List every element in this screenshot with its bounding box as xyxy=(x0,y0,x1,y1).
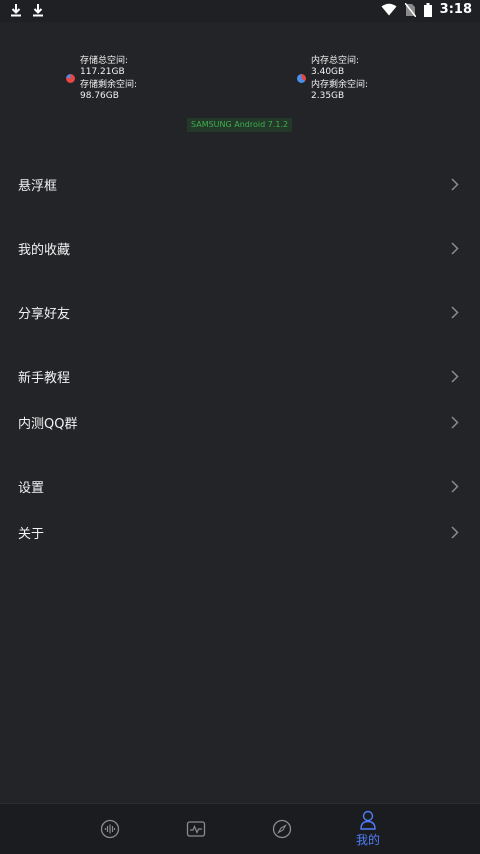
profile-icon xyxy=(360,810,376,830)
tab-monitor[interactable] xyxy=(166,804,226,854)
tab-mine[interactable]: 我的 xyxy=(338,804,398,854)
storage-pie-icon xyxy=(66,74,75,83)
chevron-right-icon xyxy=(448,177,462,191)
tab-discover[interactable] xyxy=(252,804,312,854)
download-icon xyxy=(11,4,21,17)
menu-item-label: 关于 xyxy=(18,526,45,542)
battery-icon xyxy=(423,2,432,17)
wifi-icon xyxy=(381,3,397,16)
menu-item-settings[interactable]: 设置 xyxy=(0,466,480,506)
storage-total-label: 存储总空间: xyxy=(80,56,129,66)
status-right-icons: 3:18 xyxy=(381,2,472,17)
menu-item-label: 内测QQ群 xyxy=(18,416,78,432)
memory-total-label: 内存总空间: xyxy=(311,56,360,66)
menu-item-label: 分享好友 xyxy=(18,306,71,322)
chevron-right-icon xyxy=(448,525,462,539)
audio-wave-icon xyxy=(100,819,120,839)
memory-free-value: 2.35GB xyxy=(311,91,345,101)
storage-total-value: 117.21GB xyxy=(80,67,125,77)
chevron-right-icon xyxy=(448,305,462,319)
compass-icon xyxy=(272,819,292,839)
menu-item-qq-group[interactable]: 内测QQ群 xyxy=(0,402,480,442)
status-time: 3:18 xyxy=(439,2,472,17)
storage-info: 存储总空间: 117.21GB 存储剩余空间: 98.76GB xyxy=(66,56,137,102)
tab-audio[interactable] xyxy=(80,804,140,854)
monitor-chart-icon xyxy=(186,821,206,837)
menu-item-label: 新手教程 xyxy=(18,370,71,386)
menu-item-about[interactable]: 关于 xyxy=(0,512,480,552)
memory-free-label: 内存剩余空间: xyxy=(311,80,369,90)
menu-item-share-friends[interactable]: 分享好友 xyxy=(0,292,480,332)
chevron-right-icon xyxy=(448,415,462,429)
tab-mine-label: 我的 xyxy=(355,833,380,847)
chevron-right-icon xyxy=(448,241,462,255)
memory-pie-icon xyxy=(297,74,306,83)
status-left-icons xyxy=(10,3,44,17)
menu-item-label: 悬浮框 xyxy=(18,178,58,194)
menu-item-tutorial[interactable]: 新手教程 xyxy=(0,356,480,396)
device-info-header: 存储总空间: 117.21GB 存储剩余空间: 98.76GB 内存总空间: 3… xyxy=(0,22,480,142)
status-bar: 3:18 xyxy=(0,0,480,22)
storage-free-value: 98.76GB xyxy=(80,91,119,101)
device-model-badge: SAMSUNG Android 7.1.2 xyxy=(187,118,293,132)
menu-item-floating-window[interactable]: 悬浮框 xyxy=(0,164,480,204)
menu-item-label: 设置 xyxy=(18,480,45,496)
memory-total-value: 3.40GB xyxy=(311,67,345,77)
memory-info: 内存总空间: 3.40GB 内存剩余空间: 2.35GB xyxy=(297,56,368,102)
no-sim-icon xyxy=(404,2,416,17)
storage-free-label: 存储剩余空间: xyxy=(80,80,138,90)
download-icon xyxy=(33,4,43,17)
chevron-right-icon xyxy=(448,369,462,383)
chevron-right-icon xyxy=(448,479,462,493)
menu-item-label: 我的收藏 xyxy=(18,242,71,258)
menu-item-favorites[interactable]: 我的收藏 xyxy=(0,228,480,268)
bottom-navigation: 我的 xyxy=(0,803,480,854)
